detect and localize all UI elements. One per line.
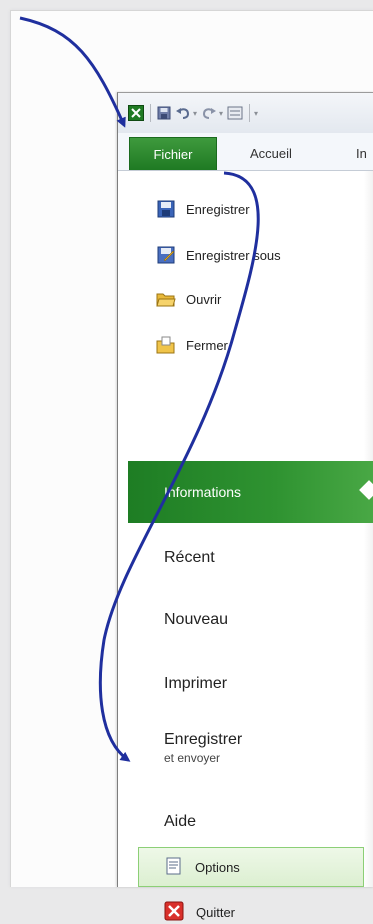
nav-item-options[interactable]: Options: [138, 847, 364, 887]
backstage-navigation: Enregistrer Enregistrer sous Ouvrir Ferm…: [118, 171, 373, 921]
cmd-open-label: Ouvrir: [186, 291, 222, 307]
save-icon[interactable]: [157, 106, 171, 120]
qat-separator-2: [249, 104, 251, 122]
nav-item-new[interactable]: Nouveau: [164, 611, 228, 629]
ribbon-tab-bar: Fichier Accueil In: [118, 133, 373, 171]
selection-pointer: [359, 480, 373, 500]
quit-icon: [164, 901, 184, 924]
cmd-close-label: Fermer: [186, 337, 228, 353]
nav-item-quit[interactable]: Quitter: [164, 901, 235, 924]
cmd-close[interactable]: Fermer: [156, 331, 228, 359]
nav-item-informations-selected[interactable]: Informations: [128, 461, 373, 523]
nav-item-options-label: Options: [195, 859, 240, 875]
quick-access-toolbar: ▾ ▾ ▾: [118, 93, 373, 133]
excel-window: ▾ ▾ ▾ Fichier Accueil In Enregistrer Enr…: [117, 92, 373, 921]
cmd-open[interactable]: Ouvrir: [156, 285, 221, 313]
nav-item-informations-label: Informations: [164, 484, 242, 500]
undo-icon[interactable]: [175, 106, 191, 120]
tab-insert[interactable]: In: [356, 137, 367, 170]
close-folder-icon: [156, 336, 176, 354]
nav-item-save-send-label: Enregistrer: [164, 731, 243, 748]
redo-dropdown-icon[interactable]: ▾: [219, 109, 223, 118]
nav-item-recent[interactable]: Récent: [164, 549, 215, 567]
save-as-icon: [156, 246, 176, 264]
nav-item-help[interactable]: Aide: [164, 813, 196, 831]
nav-item-save-send[interactable]: Enregistrer et envoyer: [164, 731, 242, 765]
undo-dropdown-icon[interactable]: ▾: [193, 109, 197, 118]
cmd-save-label: Enregistrer: [186, 201, 250, 217]
redo-icon[interactable]: [201, 106, 217, 120]
save-icon: [156, 200, 176, 218]
cmd-save-as-label: Enregistrer sous: [186, 247, 281, 263]
qat-separator: [150, 104, 151, 122]
excel-logo-icon[interactable]: [128, 105, 144, 121]
tab-home[interactable]: Accueil: [250, 137, 292, 170]
nav-item-save-send-sublabel: et envoyer: [164, 751, 221, 765]
nav-item-quit-label: Quitter: [196, 905, 236, 920]
tab-file[interactable]: Fichier: [129, 137, 217, 170]
backstage-nav-column: [118, 171, 373, 887]
cmd-save[interactable]: Enregistrer: [156, 195, 250, 223]
options-icon: [165, 857, 183, 878]
nav-item-print[interactable]: Imprimer: [164, 675, 227, 693]
customize-qat-dropdown-icon[interactable]: ▾: [254, 109, 258, 118]
form-icon[interactable]: [227, 106, 243, 120]
cmd-save-as[interactable]: Enregistrer sous: [156, 241, 281, 269]
open-folder-icon: [156, 290, 176, 308]
